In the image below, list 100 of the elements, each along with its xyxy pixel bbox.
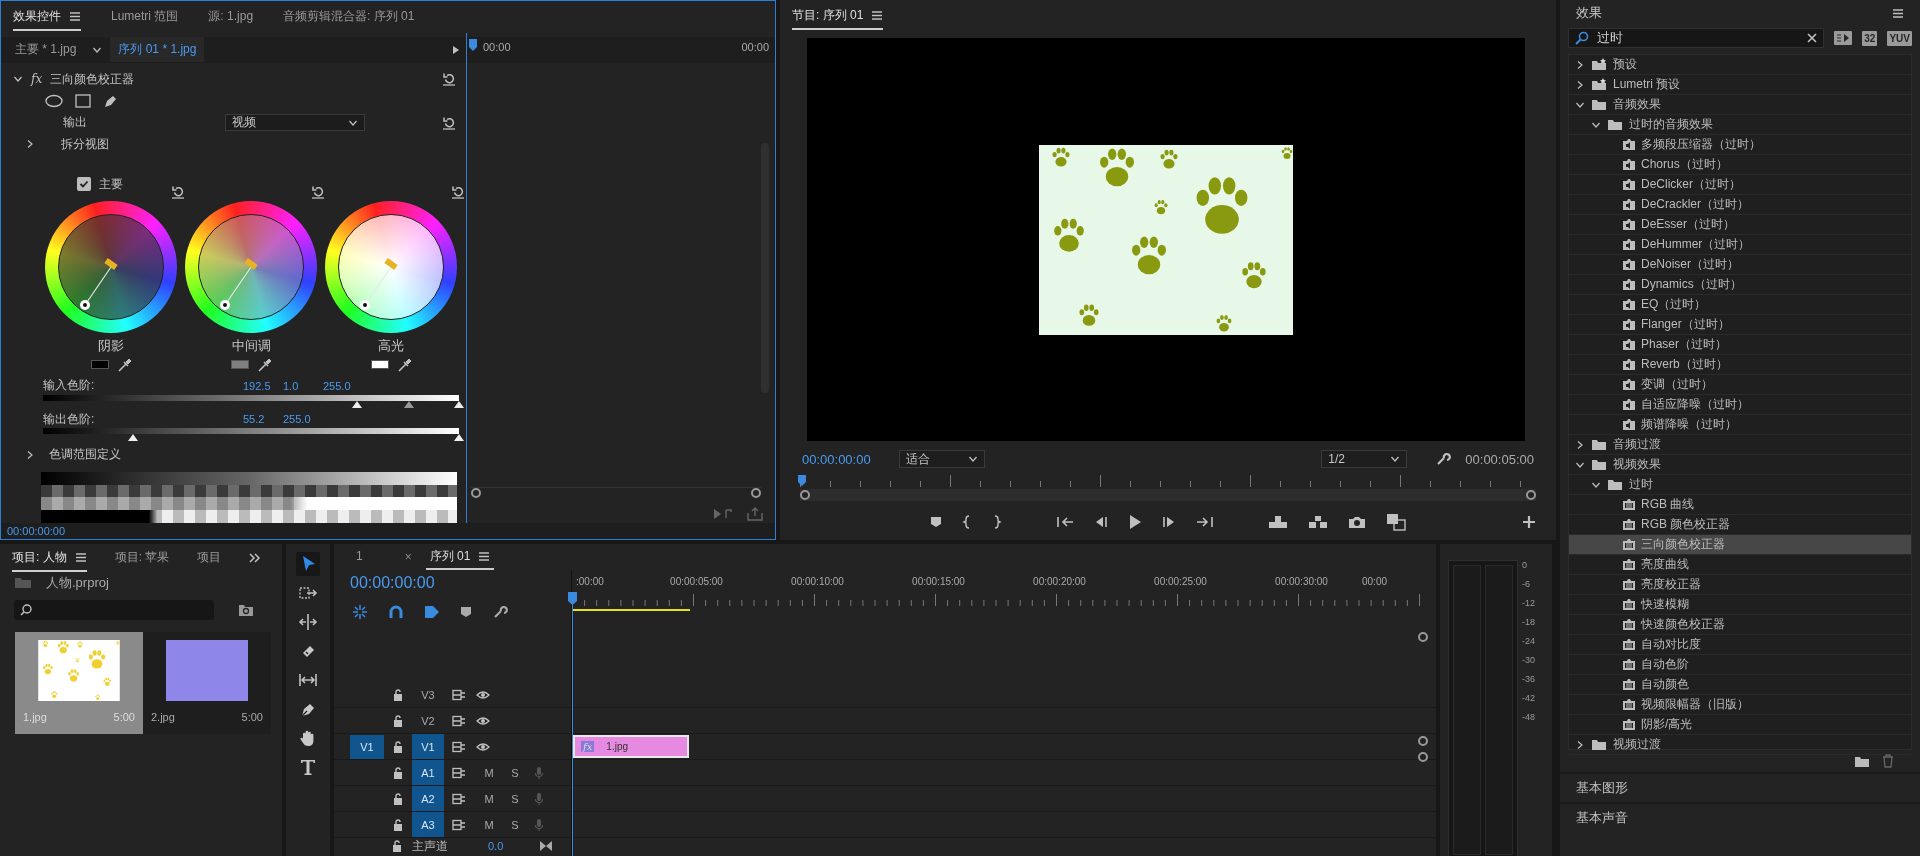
step-back-icon[interactable] — [1094, 515, 1108, 529]
solo-button[interactable]: S — [502, 766, 528, 779]
master-volume[interactable]: 0.0 — [488, 840, 504, 852]
effect-item[interactable]: RGB 曲线 — [1569, 495, 1911, 515]
effect-item[interactable]: DeCrackler（过时） — [1569, 195, 1911, 215]
film-toggle-icon[interactable] — [452, 766, 466, 779]
overflow-chevrons-icon[interactable] — [249, 553, 262, 563]
track-target[interactable]: A1 — [412, 760, 444, 785]
effect-item[interactable]: Chorus（过时） — [1569, 155, 1911, 175]
solo-button[interactable]: S — [502, 818, 528, 831]
scroll-handle[interactable] — [1418, 632, 1428, 642]
reset-icon[interactable] — [442, 115, 456, 130]
linked-selection-icon[interactable] — [424, 604, 440, 620]
effect-item[interactable]: DeEsser（过时） — [1569, 215, 1911, 235]
menu-icon[interactable] — [871, 9, 884, 21]
film-toggle-icon[interactable] — [452, 714, 466, 727]
zoom-dropdown[interactable]: 适合 — [898, 450, 985, 468]
playhead[interactable] — [568, 592, 577, 606]
effect-item[interactable]: 快速颜色校正器 — [1569, 615, 1911, 635]
effect-item[interactable]: EQ（过时） — [1569, 295, 1911, 315]
filter-badge[interactable]: YUV — [1887, 30, 1912, 46]
effect-item[interactable]: Phaser（过时） — [1569, 335, 1911, 355]
timecode[interactable]: 00:00:00:00 — [334, 570, 571, 594]
play-icon[interactable] — [1128, 514, 1142, 530]
mark-in-icon[interactable] — [962, 515, 972, 529]
eyedropper-icon[interactable] — [117, 357, 131, 373]
lock-icon[interactable] — [393, 792, 403, 805]
play-triangle-icon[interactable] — [452, 44, 460, 55]
eye-icon[interactable] — [476, 715, 490, 726]
color-swatch[interactable] — [91, 360, 109, 370]
new-bin-icon[interactable] — [1854, 754, 1870, 768]
effect-item[interactable]: 三向颜色校正器 — [1569, 535, 1911, 555]
tonal-range-graph[interactable] — [41, 471, 457, 523]
camera-icon[interactable] — [1348, 515, 1366, 529]
lock-icon[interactable] — [392, 840, 402, 852]
panel-tab[interactable]: 项目: 人物 — [12, 544, 87, 572]
panel-tab[interactable]: Lumetri 范围 — [111, 3, 179, 31]
extract-icon[interactable] — [1308, 515, 1328, 529]
track-target[interactable]: V3 — [412, 682, 444, 707]
playhead[interactable] — [798, 475, 806, 487]
accelerated-effects-icon[interactable] — [1834, 31, 1853, 45]
panel-tab[interactable]: 项目: 苹果 — [114, 544, 170, 572]
chevron-right-icon[interactable] — [1575, 439, 1585, 450]
track-target[interactable]: V2 — [412, 708, 444, 733]
go-to-in-icon[interactable] — [1056, 515, 1074, 529]
film-toggle-icon[interactable] — [452, 688, 466, 701]
chevron-right-icon[interactable] — [25, 139, 35, 150]
rectangle-mask-icon[interactable] — [75, 94, 91, 109]
go-to-out-icon[interactable] — [1196, 515, 1214, 529]
export-icon[interactable] — [747, 507, 763, 521]
timecode[interactable]: 00:00:00:00 — [802, 451, 871, 467]
folder-item[interactable]: Lumetri 预设 — [1569, 75, 1911, 95]
reset-icon[interactable] — [442, 72, 456, 87]
reset-icon[interactable] — [311, 185, 325, 199]
eyedropper-icon[interactable] — [257, 357, 271, 373]
zoom-scrollbar[interactable] — [471, 487, 761, 497]
menu-icon[interactable] — [69, 10, 81, 22]
menu-icon[interactable] — [74, 551, 87, 563]
track-target[interactable]: A2 — [412, 786, 444, 811]
menu-icon[interactable] — [1892, 7, 1904, 19]
effect-item[interactable]: 自动颜色 — [1569, 675, 1911, 695]
effect-item[interactable]: 自动对比度 — [1569, 635, 1911, 655]
folder-item[interactable]: 预设 — [1569, 55, 1911, 75]
marker-icon[interactable] — [930, 516, 942, 528]
effect-item[interactable]: 视频限幅器（旧版） — [1569, 695, 1911, 715]
effect-item[interactable]: 亮度曲线 — [1569, 555, 1911, 575]
output-dropdown[interactable]: 视频 — [225, 114, 365, 132]
playhead[interactable] — [469, 39, 477, 53]
mute-button[interactable]: M — [476, 766, 502, 779]
clip-tab[interactable]: 主要 * 1.jpg — [7, 37, 85, 63]
effect-item[interactable]: 亮度校正器 — [1569, 575, 1911, 595]
lock-icon[interactable] — [393, 766, 403, 779]
media-item[interactable]: 2.jpg 5:00 — [143, 632, 271, 734]
panel-tab[interactable]: 项目 — [197, 544, 222, 572]
level-handle[interactable] — [404, 400, 415, 408]
chevron-right-icon[interactable] — [1575, 79, 1585, 90]
chevron-right-icon[interactable] — [1575, 739, 1585, 750]
play-audio-icon[interactable] — [713, 507, 733, 521]
panel-tab[interactable]: 源: 1.jpg — [208, 3, 254, 31]
effect-item[interactable]: 快速模糊 — [1569, 595, 1911, 615]
level-value[interactable]: 192.5 — [243, 379, 283, 392]
effect-item[interactable]: 自适应降噪（过时） — [1569, 395, 1911, 415]
lock-icon[interactable] — [393, 818, 403, 831]
search-field[interactable] — [14, 600, 214, 620]
timeline-tab[interactable]: 1 — [352, 546, 367, 568]
film-toggle-icon[interactable] — [452, 792, 466, 805]
search-field[interactable]: 过时 — [1568, 28, 1825, 48]
color-swatch[interactable] — [371, 360, 389, 370]
add-icon[interactable] — [1522, 515, 1536, 529]
chevron-right-icon[interactable] — [1575, 59, 1585, 70]
effect-item[interactable]: DeNoiser（过时） — [1569, 255, 1911, 275]
mute-button[interactable]: M — [476, 792, 502, 805]
master-checkbox[interactable] — [77, 177, 91, 192]
track-target[interactable]: A3 — [412, 812, 444, 837]
effect-item[interactable]: DeHummer（过时） — [1569, 235, 1911, 255]
level-value[interactable]: 255.0 — [323, 379, 363, 392]
compare-view-icon[interactable] — [1386, 513, 1406, 531]
film-toggle-icon[interactable] — [452, 818, 466, 831]
effect-item[interactable]: Flanger（过时） — [1569, 315, 1911, 335]
settings-icon[interactable] — [1435, 451, 1452, 467]
